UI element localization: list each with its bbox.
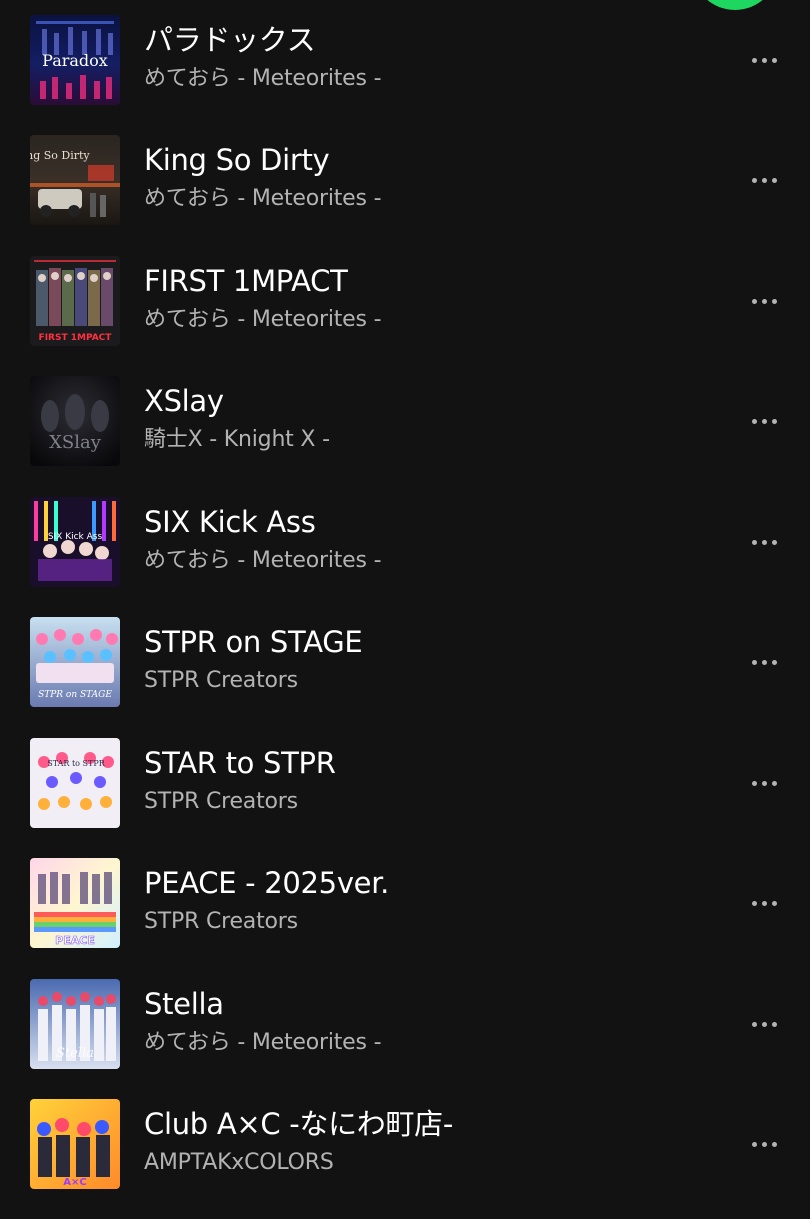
track-artist: めておら - Meteorites -: [144, 1030, 382, 1055]
track-title: Club A×C -なにわ町店-: [144, 1107, 454, 1141]
track-title: PEACE - 2025ver.: [144, 866, 390, 900]
album-cover[interactable]: XSlay: [30, 376, 120, 466]
more-options-icon[interactable]: [738, 45, 790, 75]
track-title: King So Dirty: [144, 143, 330, 177]
more-options-icon[interactable]: [738, 1129, 790, 1159]
album-art-first-1mpact: FIRST 1MPACT: [30, 256, 120, 346]
track-row[interactable]: Paradox パラドックス めておら - Meteorites -: [0, 15, 810, 135]
track-row[interactable]: King So Dirty King So Dirty めておら - Meteo…: [0, 135, 810, 255]
track-row[interactable]: STPR on STAGE STPR on STAGE STPR Creator…: [0, 617, 810, 737]
track-title: STPR on STAGE: [144, 625, 363, 659]
play-button[interactable]: [692, 0, 778, 10]
album-cover[interactable]: FIRST 1MPACT: [30, 256, 120, 346]
album-art-star-to-stpr: STAR to STPR: [30, 738, 120, 828]
more-options-icon[interactable]: [738, 165, 790, 195]
album-art-text: A×C: [63, 1177, 86, 1188]
track-artist: STPR Creators: [144, 668, 298, 693]
track-row[interactable]: Stella Stella めておら - Meteorites -: [0, 979, 810, 1099]
album-cover[interactable]: King So Dirty: [30, 135, 120, 225]
album-art-text: STPR on STAGE: [38, 690, 112, 700]
album-art-text: PEACE: [55, 934, 95, 947]
track-artist: めておら - Meteorites -: [144, 186, 382, 211]
album-art-six-kick-ass: SIX Kick Ass: [30, 497, 120, 587]
album-art-text: Paradox: [42, 51, 108, 70]
track-title: STAR to STPR: [144, 746, 336, 780]
more-options-icon[interactable]: [738, 768, 790, 798]
album-cover[interactable]: STAR to STPR: [30, 738, 120, 828]
track-artist: めておら - Meteorites -: [144, 307, 382, 332]
album-cover[interactable]: PEACE: [30, 858, 120, 948]
album-cover[interactable]: SIX Kick Ass: [30, 497, 120, 587]
track-row[interactable]: FIRST 1MPACT FIRST 1MPACT めておら - Meteori…: [0, 256, 810, 376]
album-art-paradox: Paradox: [30, 15, 120, 105]
more-options-icon[interactable]: [738, 406, 790, 436]
album-art-text: STAR to STPR: [47, 759, 105, 768]
more-options-icon[interactable]: [738, 286, 790, 316]
album-cover[interactable]: Stella: [30, 979, 120, 1069]
album-cover[interactable]: A×C: [30, 1099, 120, 1189]
album-art-text: FIRST 1MPACT: [39, 333, 113, 343]
track-row[interactable]: PEACE PEACE - 2025ver. STPR Creators: [0, 858, 810, 978]
album-art-club-axc: A×C: [30, 1099, 120, 1189]
more-options-icon[interactable]: [738, 647, 790, 677]
track-title: Stella: [144, 987, 224, 1021]
more-options-icon[interactable]: [738, 527, 790, 557]
album-art-peace: PEACE: [30, 858, 120, 948]
track-artist: めておら - Meteorites -: [144, 548, 382, 573]
album-art-stella: Stella: [30, 979, 120, 1069]
track-row[interactable]: SIX Kick Ass SIX Kick Ass めておら - Meteori…: [0, 497, 810, 617]
track-row[interactable]: STAR to STPR STAR to STPR STPR Creators: [0, 738, 810, 858]
track-title: XSlay: [144, 384, 224, 418]
track-artist: AMPTAKxCOLORS: [144, 1150, 334, 1175]
album-art-text: King So Dirty: [30, 149, 90, 162]
album-art-text: XSlay: [49, 432, 102, 453]
track-row[interactable]: A×C Club A×C -なにわ町店- AMPTAKxCOLORS: [0, 1099, 810, 1219]
track-title: FIRST 1MPACT: [144, 264, 348, 298]
track-artist: STPR Creators: [144, 909, 298, 934]
track-title: SIX Kick Ass: [144, 505, 316, 539]
track-title: パラドックス: [144, 23, 316, 57]
track-artist: 騎士X - Knight X -: [144, 427, 330, 452]
album-art-text: Stella: [56, 1046, 94, 1061]
album-art-king-so-dirty: King So Dirty: [30, 135, 120, 225]
album-art-text: SIX Kick Ass: [48, 532, 103, 542]
track-row[interactable]: XSlay XSlay 騎士X - Knight X -: [0, 376, 810, 496]
album-art-xslay: XSlay: [30, 376, 120, 466]
track-artist: STPR Creators: [144, 789, 298, 814]
track-artist: めておら - Meteorites -: [144, 66, 382, 91]
album-art-stpr-on-stage: STPR on STAGE: [30, 617, 120, 707]
album-cover[interactable]: STPR on STAGE: [30, 617, 120, 707]
more-options-icon[interactable]: [738, 1009, 790, 1039]
album-cover[interactable]: Paradox: [30, 15, 120, 105]
more-options-icon[interactable]: [738, 888, 790, 918]
